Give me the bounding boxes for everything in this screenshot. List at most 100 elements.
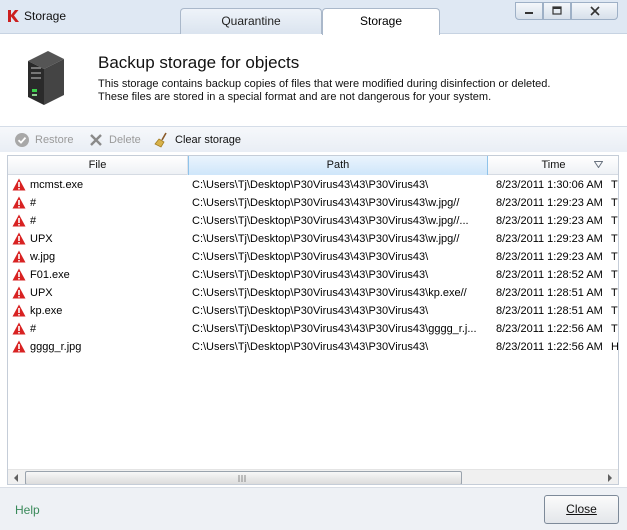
warning-icon xyxy=(12,340,26,353)
file-name: UPX xyxy=(30,233,53,245)
table-row[interactable]: gggg_r.jpg C:\Users\Tj\Desktop\P30Virus4… xyxy=(8,338,619,356)
delete-label: Delete xyxy=(109,134,141,146)
arrow-left-icon xyxy=(14,474,18,482)
kaspersky-logo-icon xyxy=(8,10,19,22)
file-path: C:\Users\Tj\Desktop\P30Virus43\43\P30Vir… xyxy=(192,215,469,227)
table-row[interactable]: kp.exe C:\Users\Tj\Desktop\P30Virus43\43… xyxy=(8,302,618,320)
table-row[interactable]: UPX C:\Users\Tj\Desktop\P30Virus43\43\P3… xyxy=(8,230,618,248)
scroll-left-button[interactable] xyxy=(8,470,24,484)
file-path: C:\Users\Tj\Desktop\P30Virus43\43\P30Vir… xyxy=(192,269,429,281)
clear-storage-button[interactable]: Clear storage xyxy=(154,132,254,148)
file-time: 8/23/2011 1:29:23 AM xyxy=(496,251,603,263)
close-button-label: Close xyxy=(566,502,597,516)
restore-label: Restore xyxy=(35,134,74,146)
broom-icon xyxy=(154,132,167,148)
window-title: Storage xyxy=(24,9,67,23)
table-row[interactable]: # C:\Users\Tj\Desktop\P30Virus43\43\P30V… xyxy=(8,212,618,230)
column-header-path[interactable]: Path xyxy=(188,156,488,175)
restore-button[interactable]: Restore xyxy=(14,132,84,148)
delete-button[interactable]: Delete xyxy=(88,132,148,148)
warning-icon xyxy=(12,286,26,299)
tab-storage[interactable]: Storage xyxy=(322,8,440,35)
table-row[interactable]: mcmst.exe C:\Users\Tj\Desktop\P30Virus43… xyxy=(8,176,618,194)
storage-toolbar: Restore Delete Clear storage xyxy=(0,126,627,152)
description-line-2: These files are stored in a special form… xyxy=(98,91,492,103)
warning-icon xyxy=(12,322,26,335)
delete-icon xyxy=(90,134,102,146)
file-name: mcmst.exe xyxy=(30,179,84,191)
truncated-cell: Tr xyxy=(611,197,618,209)
column-header-file[interactable]: File xyxy=(8,156,188,175)
file-time: 8/23/2011 1:28:51 AM xyxy=(496,305,603,317)
file-name: UPX xyxy=(30,287,53,299)
grip-icon xyxy=(238,475,246,482)
file-path: C:\Users\Tj\Desktop\P30Virus43\43\P30Vir… xyxy=(192,197,460,209)
file-path: C:\Users\Tj\Desktop\P30Virus43\43\P30Vir… xyxy=(192,233,460,245)
file-name: # xyxy=(30,323,37,335)
close-button[interactable]: Close xyxy=(544,495,619,524)
file-time: 8/23/2011 1:28:52 AM xyxy=(496,269,603,281)
sort-descending-icon xyxy=(594,161,603,168)
scroll-right-button[interactable] xyxy=(602,470,618,484)
file-time: 8/23/2011 1:29:23 AM xyxy=(496,215,603,227)
file-time: 8/23/2011 1:30:06 AM xyxy=(496,179,603,191)
maximize-button[interactable] xyxy=(543,2,571,20)
file-path: C:\Users\Tj\Desktop\P30Virus43\43\P30Vir… xyxy=(192,341,429,353)
help-link[interactable]: Help xyxy=(15,503,40,517)
truncated-cell: Tr xyxy=(611,305,618,317)
header-description: This storage contains backup copies of f… xyxy=(98,78,608,104)
warning-icon xyxy=(12,232,26,245)
file-name: # xyxy=(30,197,37,209)
horizontal-scrollbar[interactable] xyxy=(8,469,618,484)
header-title: Backup storage for objects xyxy=(98,53,300,72)
truncated-cell: Tr xyxy=(611,323,618,335)
file-path: C:\Users\Tj\Desktop\P30Virus43\43\P30Vir… xyxy=(192,305,429,317)
warning-icon xyxy=(12,178,26,191)
file-time: 8/23/2011 1:29:23 AM xyxy=(496,233,603,245)
file-name: # xyxy=(30,215,37,227)
table-row[interactable]: F01.exe C:\Users\Tj\Desktop\P30Virus43\4… xyxy=(8,266,618,284)
storage-table: File Path Time mcmst.exe C:\Users\Tj\Des… xyxy=(7,155,619,485)
file-time: 8/23/2011 1:29:23 AM xyxy=(496,197,603,209)
warning-icon xyxy=(12,214,26,227)
dialog-footer: Help Close xyxy=(0,487,627,530)
minimize-button[interactable] xyxy=(515,2,543,20)
warning-icon xyxy=(12,304,26,317)
truncated-cell: Tr xyxy=(611,233,618,245)
warning-icon xyxy=(12,268,26,281)
file-time: 8/23/2011 1:22:56 AM xyxy=(496,341,603,353)
table-row[interactable]: UPX C:\Users\Tj\Desktop\P30Virus43\43\P3… xyxy=(8,284,618,302)
file-path: C:\Users\Tj\Desktop\P30Virus43\43\P30Vir… xyxy=(192,251,429,263)
title-bar: Storage Quarantine Storage xyxy=(0,0,627,35)
restore-icon xyxy=(15,133,29,147)
truncated-cell: Tr xyxy=(611,269,618,281)
storage-header: Backup storage for objects This storage … xyxy=(0,35,627,123)
file-name: kp.exe xyxy=(30,305,63,317)
column-header-time[interactable]: Time xyxy=(488,156,618,175)
table-row[interactable]: # C:\Users\Tj\Desktop\P30Virus43\43\P30V… xyxy=(8,320,618,338)
minimize-icon xyxy=(525,12,533,14)
truncated-cell: Tr xyxy=(611,179,618,191)
table-row[interactable]: # C:\Users\Tj\Desktop\P30Virus43\43\P30V… xyxy=(8,194,618,212)
file-time: 8/23/2011 1:28:51 AM xyxy=(496,287,603,299)
arrow-right-icon xyxy=(608,474,612,482)
table-row[interactable]: w.jpg C:\Users\Tj\Desktop\P30Virus43\43\… xyxy=(8,248,618,266)
truncated-cell: H xyxy=(611,341,619,353)
maximize-icon xyxy=(552,6,562,15)
file-path: C:\Users\Tj\Desktop\P30Virus43\43\P30Vir… xyxy=(192,323,477,335)
file-path: C:\Users\Tj\Desktop\P30Virus43\43\P30Vir… xyxy=(192,179,429,191)
tab-quarantine[interactable]: Quarantine xyxy=(180,8,322,34)
file-name: F01.exe xyxy=(30,269,70,281)
truncated-cell: Tr xyxy=(611,215,618,227)
close-icon xyxy=(589,6,600,16)
server-icon xyxy=(28,51,64,105)
file-path: C:\Users\Tj\Desktop\P30Virus43\43\P30Vir… xyxy=(192,287,467,299)
window-close-button[interactable] xyxy=(571,2,618,20)
table-header: File Path Time xyxy=(8,156,618,175)
scrollbar-thumb[interactable] xyxy=(25,471,462,484)
truncated-cell: Tr xyxy=(611,251,618,263)
warning-icon xyxy=(12,250,26,263)
file-name: gggg_r.jpg xyxy=(30,341,82,353)
file-time: 8/23/2011 1:22:56 AM xyxy=(496,323,603,335)
warning-icon xyxy=(12,196,26,209)
